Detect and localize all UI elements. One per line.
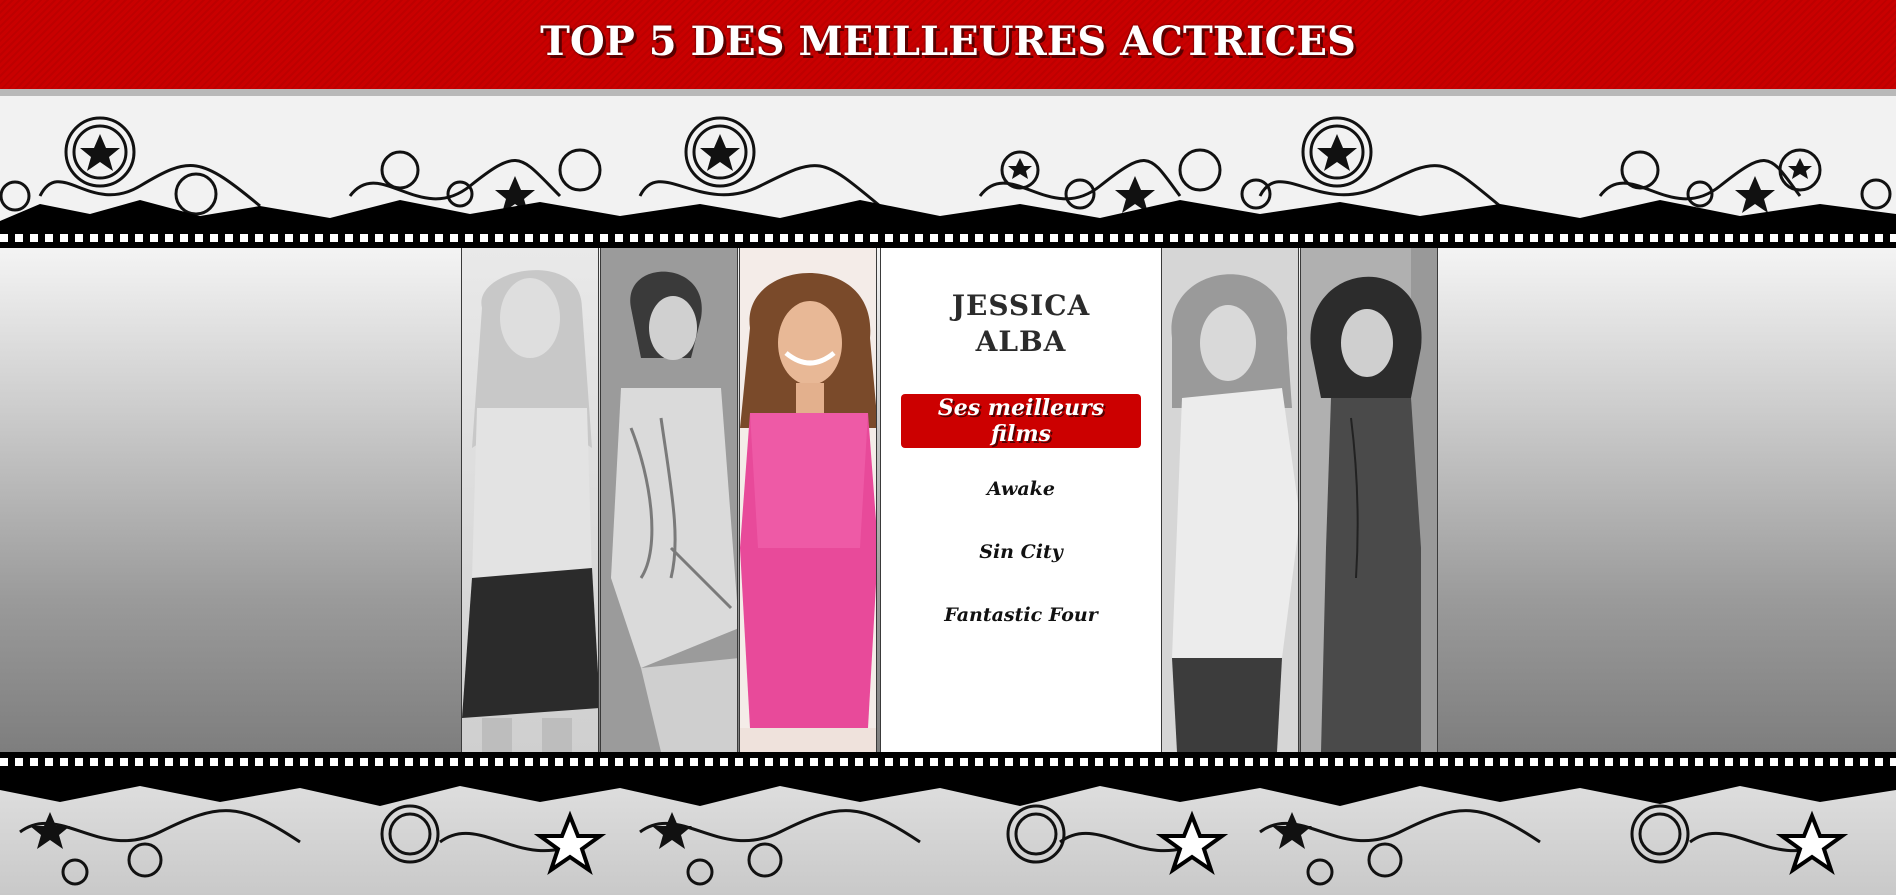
best-films-button[interactable]: Ses meilleurs films bbox=[901, 394, 1141, 448]
star-swirl-ornament-top bbox=[0, 116, 1896, 228]
actress-photo-5[interactable] bbox=[1300, 248, 1438, 752]
actress-name: JESSICA ALBA bbox=[951, 289, 1091, 358]
film-list: Awake Sin City Fantastic Four bbox=[881, 470, 1161, 659]
page-header: TOP 5 DES MEILLEURES ACTRICES bbox=[0, 0, 1896, 96]
actress-photo-3[interactable] bbox=[739, 248, 877, 752]
star-swirl-ornament-bottom bbox=[0, 772, 1896, 886]
film-item[interactable]: Fantastic Four bbox=[881, 596, 1161, 659]
actress-photo-1[interactable] bbox=[461, 248, 599, 752]
gallery-stage: JESSICA ALBA Ses meilleurs films Awake S… bbox=[0, 248, 1896, 752]
page-title: TOP 5 DES MEILLEURES ACTRICES bbox=[540, 18, 1356, 65]
film-strip-top bbox=[0, 228, 1896, 248]
actress-photo-4[interactable] bbox=[1161, 248, 1299, 752]
selected-actress-card: JESSICA ALBA Ses meilleurs films Awake S… bbox=[880, 248, 1162, 752]
film-item[interactable]: Awake bbox=[881, 470, 1161, 533]
top-decorative-banner bbox=[0, 96, 1896, 248]
film-item[interactable]: Sin City bbox=[881, 533, 1161, 596]
actress-photo-2[interactable] bbox=[600, 248, 738, 752]
bottom-decorative-banner bbox=[0, 752, 1896, 895]
film-strip-bottom bbox=[0, 752, 1896, 772]
